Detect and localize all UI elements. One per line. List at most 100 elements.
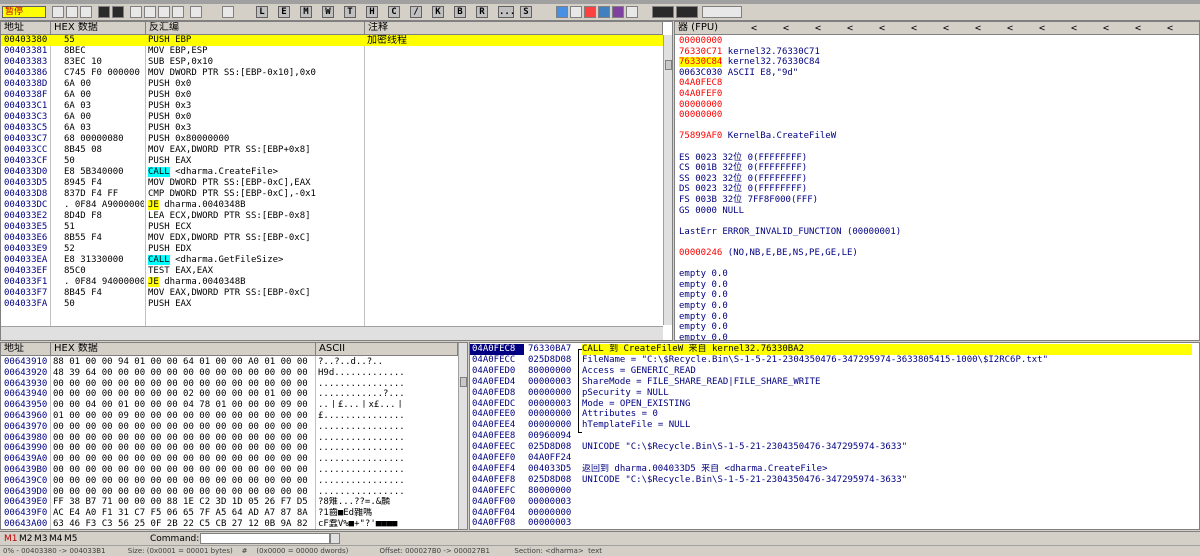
register-line[interactable]: 76330C71 kernel32.76330C71 (679, 47, 820, 58)
register-line[interactable]: DS 0023 32位 0(FFFFFFFF) (679, 184, 807, 195)
stack-row[interactable]: 04A0FF00 00000003 (470, 497, 1199, 508)
window-button-12[interactable]: S (520, 6, 532, 18)
stack-row[interactable]: 04A0FF04 00000000 (470, 508, 1199, 519)
goto-button[interactable] (222, 6, 234, 18)
col-header-address[interactable]: 地址 (1, 22, 51, 35)
disasm-row[interactable]: 004033D0 E8 5B340000 CALL <dharma.CreateFi… (1, 167, 663, 178)
step-into-button[interactable] (130, 6, 142, 18)
window-button-2[interactable]: M (300, 6, 312, 18)
register-line[interactable]: empty 0.0 (679, 280, 728, 291)
register-line[interactable]: GS 0000 NULL (679, 206, 744, 217)
dump-row[interactable]: 006439A0 00 00 00 00 00 00 00 00 00 00 00… (1, 454, 458, 465)
memory-tab-m3[interactable]: M3 (34, 534, 48, 545)
dump-header-address[interactable]: 地址 (1, 343, 51, 356)
dump-row[interactable]: 006439D0 00 00 00 00 00 00 00 00 00 00 00… (1, 487, 458, 498)
disasm-row[interactable]: 004033FA 50 PUSH EAX (1, 299, 663, 310)
register-nav-arrow[interactable]: < (1007, 23, 1013, 34)
disasm-row[interactable]: 004033C7 68 00000080 PUSH 0x80000000 (1, 134, 663, 145)
disasm-row[interactable]: 004033C3 6A 00 PUSH 0x0 (1, 112, 663, 123)
window-button-0[interactable]: L (256, 6, 268, 18)
register-nav-arrow[interactable]: < (751, 23, 757, 34)
disasm-row[interactable]: 004033CC 8B45 08 MOV EAX,DWORD PTR SS:[EBP… (1, 145, 663, 156)
disasm-row[interactable]: 004033E6 8B55 F4 MOV EDX,DWORD PTR SS:[EBP… (1, 233, 663, 244)
memory-tab-m1[interactable]: M1 (4, 534, 18, 545)
dump-scroll-thumb[interactable] (460, 377, 467, 387)
disassembly-pane[interactable]: 地址 HEX 数据 反汇编 注释 00403380 55 PUSH EBP 加密线程 0… (0, 21, 673, 341)
register-line[interactable]: 76330C84 kernel32.76330C84 (679, 57, 820, 68)
register-line[interactable]: 00000000 (679, 36, 722, 47)
disasm-row[interactable]: 004033C5 6A 03 PUSH 0x3 (1, 123, 663, 134)
dump-header-ascii[interactable]: ASCII (316, 343, 458, 356)
open-button[interactable] (52, 6, 64, 18)
trace-into-button[interactable] (158, 6, 170, 18)
step-over-button[interactable] (144, 6, 156, 18)
dump-row[interactable]: 00643960 01 00 00 00 09 00 00 00 00 00 00… (1, 411, 458, 422)
disasm-row[interactable]: 00403386 C745 F0 000000 MOV DWORD PTR SS:[… (1, 68, 663, 79)
window-button-6[interactable]: C (388, 6, 400, 18)
execute-till-return-button[interactable] (190, 6, 202, 18)
register-nav-arrow[interactable]: < (1103, 23, 1109, 34)
memory-tab-m2[interactable]: M2 (19, 534, 33, 545)
dump-row[interactable]: 00643970 00 00 00 00 00 00 00 00 00 00 00… (1, 422, 458, 433)
command-dropdown[interactable] (330, 533, 340, 544)
toolbar-extra-button[interactable] (702, 6, 742, 18)
stack-row[interactable]: 04A0FEF4 004033D5 返回到 dharma.004033D5 来自 <… (470, 464, 1199, 475)
col-header-comment[interactable]: 注释 (365, 22, 663, 35)
register-nav-arrow[interactable]: < (1167, 23, 1173, 34)
register-nav-arrow[interactable]: < (847, 23, 853, 34)
window-button-4[interactable]: T (344, 6, 356, 18)
register-line[interactable]: 0063C030 ASCII E8,"9d" (679, 68, 798, 79)
register-nav-arrow[interactable]: < (1135, 23, 1141, 34)
plugin-icon[interactable] (612, 6, 624, 18)
register-nav-arrow[interactable]: < (1039, 23, 1045, 34)
register-nav-arrow[interactable]: < (879, 23, 885, 34)
disasm-row[interactable]: 004033D5 8945 F4 MOV DWORD PTR SS:[EBP-0xC… (1, 178, 663, 189)
register-line[interactable]: empty 0.0 (679, 301, 728, 312)
trace-over-button[interactable] (172, 6, 184, 18)
globe-icon[interactable] (598, 6, 610, 18)
toolbar-dark-button-1[interactable] (652, 6, 674, 18)
disasm-row[interactable]: 004033E2 8D4D F8 LEA ECX,DWORD PTR SS:[EBP… (1, 211, 663, 222)
register-line[interactable]: CS 001B 32位 0(FFFFFFFF) (679, 163, 807, 174)
window-button-3[interactable]: W (322, 6, 334, 18)
list-icon[interactable] (570, 6, 582, 18)
register-line[interactable]: empty 0.0 (679, 290, 728, 301)
memory-dump-pane[interactable]: 地址 HEX 数据 ASCII 00643910 88 01 00 00 94 0… (0, 342, 468, 530)
refresh-icon[interactable] (556, 6, 568, 18)
window-button-8[interactable]: K (432, 6, 444, 18)
stack-pane[interactable]: 04A0FEC8 76330BA7 CALL 到 CreateFileW 来自 ke… (469, 342, 1200, 530)
register-nav-arrow[interactable]: < (815, 23, 821, 34)
disasm-row[interactable]: 00403383 83EC 10 SUB ESP,0x10 (1, 57, 663, 68)
dump-row[interactable]: 00643930 00 00 00 00 00 00 00 00 00 00 00… (1, 379, 458, 390)
register-nav-arrow[interactable]: < (1071, 23, 1077, 34)
rewind-button[interactable] (66, 6, 78, 18)
command-input[interactable] (200, 533, 330, 544)
window-button-7[interactable]: / (410, 6, 422, 18)
dump-scrollbar[interactable] (458, 343, 467, 529)
stack-row[interactable]: 04A0FEF0 04A0FF24 (470, 453, 1199, 464)
disasm-hscrollbar[interactable] (1, 326, 663, 340)
disasm-scrollbar[interactable] (663, 35, 672, 325)
window-button-11[interactable]: ... (498, 6, 515, 18)
toolbar-dark-button-2[interactable] (676, 6, 698, 18)
dump-row[interactable]: 00643A00 63 46 F3 C3 56 25 0F 2B 22 C5 CB… (1, 519, 458, 529)
stop-icon[interactable] (584, 6, 596, 18)
dump-row[interactable]: 00643910 88 01 00 00 94 01 00 00 64 01 00… (1, 357, 458, 368)
stack-row[interactable]: 04A0FEF8 025D8D08 UNICODE "C:\$Recycle.Bin… (470, 475, 1199, 486)
dump-row[interactable]: 00643940 00 00 00 00 00 00 00 00 02 00 00… (1, 389, 458, 400)
register-line[interactable]: empty 0.0 (679, 312, 728, 323)
col-header-hex[interactable]: HEX 数据 (51, 22, 146, 35)
run-button[interactable] (98, 6, 110, 18)
disasm-row[interactable]: 004033D8 837D F4 FF CMP DWORD PTR SS:[EBP-… (1, 189, 663, 200)
dump-row[interactable]: 00643990 00 00 00 00 00 00 00 00 00 00 00… (1, 443, 458, 454)
dump-header-hex[interactable]: HEX 数据 (51, 343, 316, 356)
disasm-scroll-thumb[interactable] (665, 60, 672, 70)
memory-tab-m5[interactable]: M5 (64, 534, 78, 545)
dump-row[interactable]: 00643980 00 00 00 00 00 00 00 00 00 00 00… (1, 433, 458, 444)
col-header-disassembly[interactable]: 反汇编 (146, 22, 365, 35)
disasm-row[interactable]: 004033EF 85C0 TEST EAX,EAX (1, 266, 663, 277)
register-line[interactable]: empty 0.0 (679, 333, 728, 340)
register-line[interactable]: LastErr ERROR_INVALID_FUNCTION (00000001… (679, 227, 901, 238)
window-button-5[interactable]: H (366, 6, 378, 18)
registers-pane[interactable]: 器 (FPU) < < < < < < < < < < < < < < 00000000 76330C71 … (674, 21, 1200, 341)
